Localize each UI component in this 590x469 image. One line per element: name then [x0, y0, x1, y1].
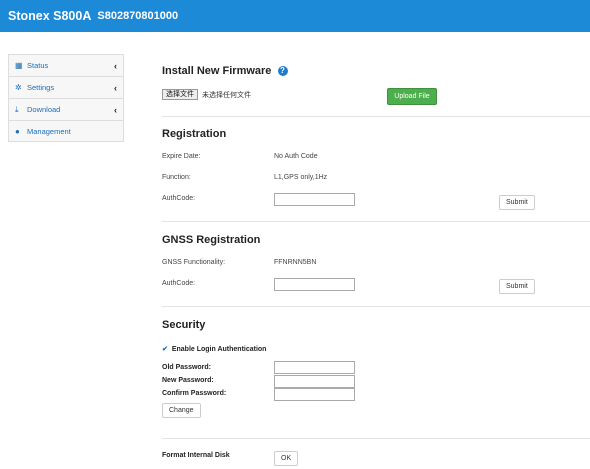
change-password-button[interactable]: Change [162, 403, 201, 418]
download-icon: ⤓ [15, 104, 19, 114]
old-password-label: Old Password: [162, 364, 212, 371]
sidebar-item-download[interactable]: ⤓ Download ‹ [8, 98, 124, 120]
chevron-left-icon: ‹ [114, 60, 117, 71]
gnss-submit-button[interactable]: Submit [499, 279, 535, 294]
section-divider [162, 116, 590, 117]
registration-submit-button[interactable]: Submit [499, 195, 535, 210]
new-password-label: New Password: [162, 377, 214, 384]
top-header-bar: Stonex S800A S802870801000 [0, 0, 590, 32]
firmware-section-title: Install New Firmware ? [162, 65, 288, 77]
enable-login-checkbox[interactable]: ✔ Enable Login Authentication [162, 345, 266, 353]
gnss-authcode-input[interactable] [274, 278, 355, 291]
file-status-text: 未选择任何文件 [202, 92, 251, 99]
help-icon[interactable]: ? [277, 66, 288, 76]
sidebar-nav: ▦ Status ‹ ✲ Settings ‹ ⤓ Download ‹ ● M… [8, 54, 124, 142]
sidebar-item-management[interactable]: ● Management [8, 120, 124, 142]
sidebar-item-label: Management [27, 126, 71, 136]
expire-date-value: No Auth Code [274, 153, 318, 160]
gnss-functionality-label: GNSS Functionality: [162, 259, 226, 266]
section-divider [162, 438, 590, 439]
format-disk-label: Format Internal Disk [162, 452, 230, 459]
old-password-input[interactable] [274, 361, 355, 374]
enable-login-label: Enable Login Authentication [171, 346, 267, 353]
registration-authcode-input[interactable] [274, 193, 355, 206]
sidebar-item-label: Download [27, 105, 61, 114]
confirm-password-label: Confirm Password: [162, 390, 227, 397]
device-model-title: Stonex S800A [8, 9, 92, 23]
sidebar-item-status[interactable]: ▦ Status ‹ [8, 54, 124, 76]
device-serial: S802870801000 [97, 10, 179, 22]
format-disk-ok-button[interactable]: OK [274, 451, 299, 466]
sidebar-item-settings[interactable]: ✲ Settings ‹ [8, 76, 124, 98]
chevron-left-icon: ‹ [114, 82, 117, 93]
choose-file-button[interactable]: 选择文件 [162, 89, 198, 100]
section-divider [162, 306, 590, 307]
new-password-input[interactable] [274, 375, 355, 388]
check-icon: ✔ [162, 346, 168, 353]
gnss-functionality-value: FFNRNN5BN [274, 259, 317, 266]
function-value: L1,GPS only,1Hz [274, 174, 328, 181]
info-icon: ● [15, 126, 20, 136]
expire-date-label: Expire Date: [162, 153, 201, 160]
sidebar-item-label: Status [27, 61, 49, 70]
gnss-registration-title: GNSS Registration [162, 234, 261, 246]
section-divider [162, 221, 590, 222]
upload-file-button[interactable]: Upload File [387, 88, 437, 105]
gnss-authcode-label: AuthCode: [162, 280, 196, 287]
firmware-title-text: Install New Firmware [162, 65, 272, 77]
gear-icon: ✲ [15, 83, 22, 92]
function-label: Function: [162, 174, 191, 181]
sidebar-item-label: Settings [27, 83, 55, 92]
authcode-label: AuthCode: [162, 195, 196, 202]
security-title: Security [162, 319, 206, 331]
registration-title: Registration [162, 128, 227, 140]
grid-icon: ▦ [15, 61, 23, 70]
confirm-password-input[interactable] [274, 388, 355, 401]
chevron-left-icon: ‹ [114, 104, 117, 115]
